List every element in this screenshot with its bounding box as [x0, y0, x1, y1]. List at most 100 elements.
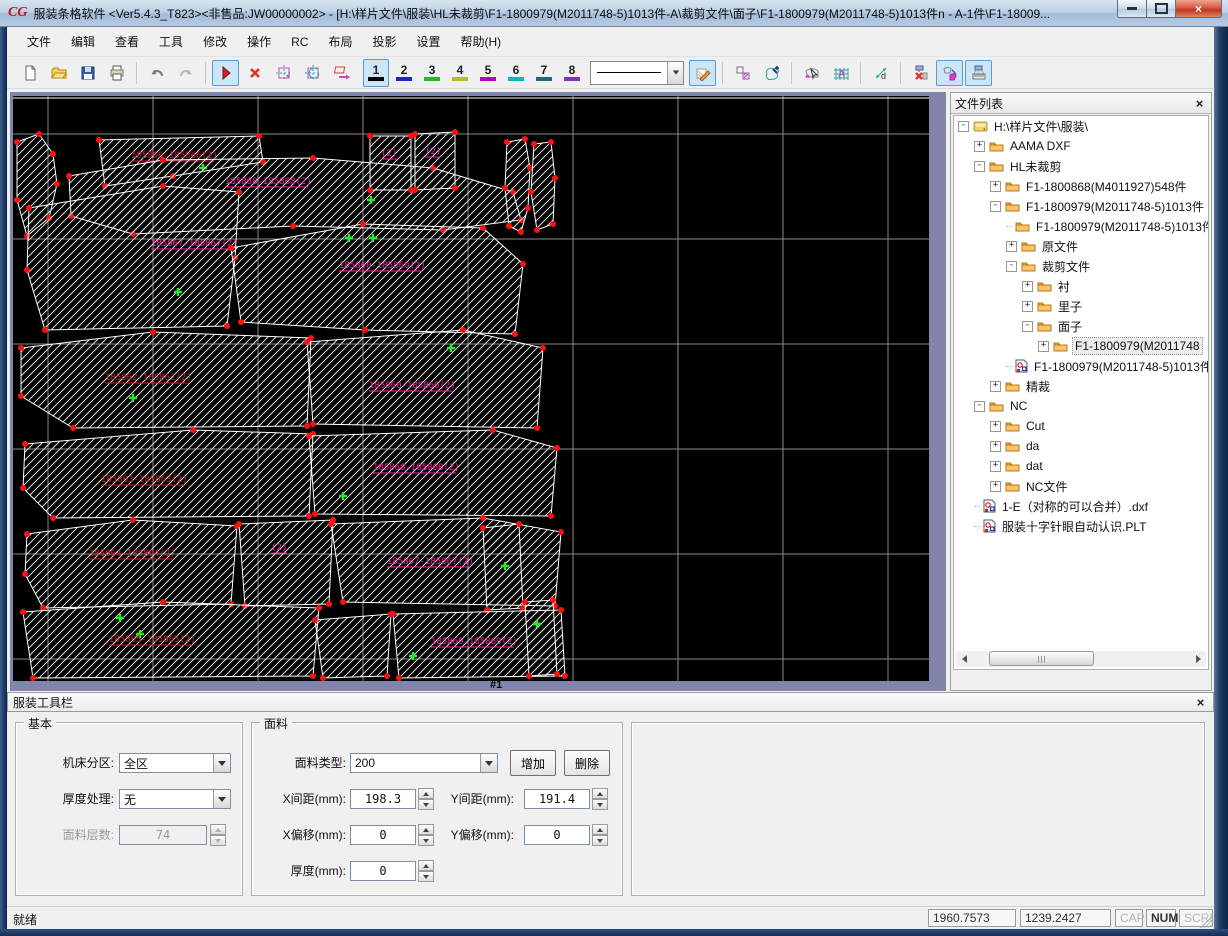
tree-item-label[interactable]: NC文件	[1024, 477, 1069, 496]
tree-expander[interactable]: -	[974, 160, 985, 172]
tree-item[interactable]: + 里子	[954, 296, 1208, 316]
menu-item-5[interactable]: 操作	[237, 29, 281, 54]
scrollbar-thumb[interactable]	[989, 651, 1095, 666]
tree-item[interactable]: - 面子	[954, 316, 1208, 336]
pattern-piece[interactable]	[530, 141, 556, 231]
thickness-handling-select[interactable]: 无	[119, 789, 231, 809]
projector-off-button[interactable]	[907, 60, 934, 86]
pen-6-button[interactable]: 6	[503, 59, 529, 87]
tree-item[interactable]: + 衬	[954, 276, 1208, 296]
tree-item[interactable]: + Cut	[954, 416, 1208, 436]
x-offset-field[interactable]: 0	[350, 825, 416, 845]
scrollbar-track[interactable]	[972, 651, 1190, 667]
tree-item-label[interactable]: F1-1800979(M2011748-5)1013件	[1032, 357, 1208, 376]
tree-expander[interactable]: +	[1022, 280, 1033, 292]
copy-piece-button[interactable]	[729, 60, 756, 86]
tree-item-label[interactable]: 原文件	[1040, 237, 1080, 256]
menu-item-0[interactable]: 文件	[17, 29, 61, 54]
y-offset-field[interactable]: 0	[524, 825, 590, 845]
pen-8-button[interactable]: 8	[559, 59, 585, 87]
open-file-button[interactable]	[45, 60, 72, 86]
menu-item-8[interactable]: 投影	[362, 29, 406, 54]
pen-7-button[interactable]: 7	[531, 59, 557, 87]
tree-item-label[interactable]: 服装十字针眼自动认识.PLT	[1000, 517, 1148, 536]
tree-item[interactable]: - H:\样片文件\服装\	[954, 116, 1208, 136]
tree-expander[interactable]: -	[990, 200, 1001, 212]
tree-item-label[interactable]: F1-1800979(M2011748-5)1013件	[1024, 197, 1206, 216]
pattern-piece[interactable]	[504, 138, 531, 233]
mirror-move-button[interactable]	[328, 60, 355, 86]
tree-item-label[interactable]: AAMA DXF	[1008, 138, 1073, 154]
tree-expander[interactable]: +	[1006, 240, 1017, 252]
menu-item-6[interactable]: RC	[281, 31, 318, 53]
redo-button[interactable]	[172, 60, 199, 86]
tree-expander[interactable]: -	[1022, 320, 1033, 332]
pattern-piece[interactable]	[238, 519, 334, 607]
minimize-button[interactable]	[1117, 0, 1147, 18]
tree-expander[interactable]: +	[974, 140, 985, 152]
measure-distance-button[interactable]: d	[867, 60, 894, 86]
pattern-piece[interactable]	[369, 135, 412, 191]
scroll-right-button[interactable]	[1190, 651, 1206, 667]
pattern-piece[interactable]	[314, 613, 392, 679]
tree-item-label[interactable]: 里子	[1056, 297, 1084, 316]
menu-item-1[interactable]: 编辑	[61, 29, 105, 54]
line-style-select[interactable]	[590, 60, 684, 85]
x-gap-field[interactable]: 198.3	[350, 789, 416, 809]
pen-3-button[interactable]: 3	[419, 59, 445, 87]
garment-toolbar-close-icon[interactable]: ×	[1193, 695, 1208, 710]
tree-item-label[interactable]: 衬	[1056, 277, 1072, 296]
move-piece-button[interactable]	[936, 59, 963, 86]
tree-item-label[interactable]: H:\样片文件\服装\	[992, 117, 1090, 136]
add-button[interactable]: 增加	[510, 750, 556, 776]
tree-item-label[interactable]: HL未裁剪	[1008, 157, 1063, 176]
rotate-in-box-button[interactable]	[270, 60, 297, 86]
tree-expander[interactable]: +	[990, 180, 1001, 192]
save-button[interactable]	[74, 60, 101, 86]
tree-item[interactable]: + NC文件	[954, 476, 1208, 496]
scroll-left-button[interactable]	[956, 651, 972, 667]
tree-item[interactable]: - HL未裁剪	[954, 156, 1208, 176]
pen-1-button[interactable]: 1	[363, 58, 389, 87]
thickness-field[interactable]: 0	[350, 861, 416, 881]
pattern-piece[interactable]	[24, 519, 238, 609]
select-piece-button[interactable]	[798, 60, 825, 86]
tree-expander[interactable]: +	[1038, 340, 1049, 352]
menu-item-3[interactable]: 工具	[149, 29, 193, 54]
menu-item-4[interactable]: 修改	[193, 29, 237, 54]
rotate-piece-button[interactable]	[299, 60, 326, 86]
tree-item[interactable]: + 精裁	[954, 376, 1208, 396]
projector-calibrate-button[interactable]	[965, 59, 992, 86]
pen-2-button[interactable]: 2	[391, 59, 417, 87]
chevron-down-icon[interactable]	[480, 754, 497, 772]
machine-zone-select[interactable]: 全区	[119, 753, 231, 773]
chevron-down-icon[interactable]	[213, 754, 230, 772]
tree-item[interactable]: + AAMA DXF	[954, 136, 1208, 156]
pen-5-button[interactable]: 5	[475, 59, 501, 87]
tree-item[interactable]: + da	[954, 436, 1208, 456]
tree-item[interactable]: + F1-1800868(M4011927)548件	[954, 176, 1208, 196]
tree-item-label[interactable]: F1-1800868(M4011927)548件	[1024, 177, 1189, 196]
pin-piece-button[interactable]	[758, 60, 785, 86]
pattern-piece[interactable]	[26, 185, 240, 331]
fill-hatch-button[interactable]	[689, 59, 716, 86]
tree-item-label[interactable]: 裁剪文件	[1040, 257, 1092, 276]
tree-item-label[interactable]: 1-E（对称的可以合并）.dxf	[1000, 497, 1150, 516]
tree-item-label[interactable]: F1-1800979(M2011748-5)1013件	[1034, 217, 1208, 236]
tree-item[interactable]: F1-1800979(M2011748-5)1013件	[954, 356, 1208, 376]
pattern-piece[interactable]	[414, 131, 456, 191]
tree-item[interactable]: + 原文件	[954, 236, 1208, 256]
tree-expander[interactable]: -	[1006, 260, 1017, 272]
tree-item-label[interactable]: Cut	[1024, 418, 1047, 434]
tree-expander[interactable]: +	[990, 380, 1001, 392]
delete-button[interactable]	[241, 60, 268, 86]
tree-expander[interactable]: +	[1022, 300, 1033, 312]
tree-item[interactable]: 服装十字针眼自动认识.PLT	[954, 516, 1208, 536]
tree-item-label[interactable]: 面子	[1056, 317, 1084, 336]
y-gap-field[interactable]: 191.4	[524, 789, 590, 809]
pattern-piece[interactable]	[22, 429, 314, 519]
y-gap-stepper[interactable]	[592, 788, 608, 810]
tree-expander[interactable]: +	[990, 440, 1001, 452]
menu-item-9[interactable]: 设置	[406, 29, 450, 54]
pattern-piece[interactable]	[306, 329, 544, 429]
